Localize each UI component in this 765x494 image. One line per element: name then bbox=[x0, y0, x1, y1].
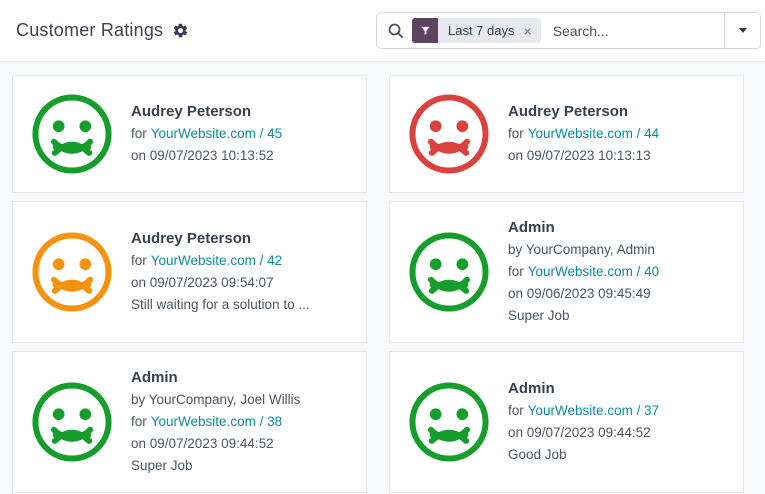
by-line: by YourCompany, Joel Willis bbox=[131, 389, 300, 411]
feedback-text: Super Job bbox=[508, 305, 659, 327]
customer-name: Admin bbox=[508, 378, 659, 400]
search-bar[interactable]: Last 7 days × bbox=[376, 12, 761, 49]
on-line: on 09/07/2023 10:13:52 bbox=[131, 145, 282, 167]
for-line: for YourWebsite.com / 37 bbox=[508, 400, 659, 422]
customer-name: Admin bbox=[508, 217, 659, 239]
on-line: on 09/06/2023 09:45:49 bbox=[508, 283, 659, 305]
rating-card[interactable]: Admin for YourWebsite.com / 37 on 09/07/2… bbox=[389, 351, 744, 493]
rated-resource-link[interactable]: YourWebsite.com / 42 bbox=[151, 253, 282, 268]
facet-label: Last 7 days bbox=[448, 23, 515, 38]
on-line: on 09/07/2023 09:44:52 bbox=[131, 433, 300, 455]
filter-funnel-icon bbox=[412, 18, 438, 43]
for-line: for YourWebsite.com / 44 bbox=[508, 123, 659, 145]
rating-smiley-icon bbox=[406, 91, 492, 177]
rating-card[interactable]: Admin by YourCompany, Admin for YourWebsi… bbox=[389, 201, 744, 343]
search-input[interactable] bbox=[541, 23, 724, 39]
customer-name: Audrey Peterson bbox=[508, 101, 659, 123]
rated-resource-link[interactable]: YourWebsite.com / 40 bbox=[528, 264, 659, 279]
top-bar: Customer Ratings Last 7 days × bbox=[0, 0, 765, 62]
search-icon bbox=[388, 23, 404, 39]
rating-smiley-icon bbox=[406, 229, 492, 315]
on-line: on 09/07/2023 09:44:52 bbox=[508, 422, 659, 444]
for-label: for bbox=[131, 126, 147, 141]
rated-resource-link[interactable]: YourWebsite.com / 44 bbox=[528, 126, 659, 141]
for-label: for bbox=[508, 264, 524, 279]
rating-card[interactable]: Admin by YourCompany, Joel Willis for You… bbox=[12, 351, 367, 493]
for-line: for YourWebsite.com / 38 bbox=[131, 411, 300, 433]
for-label: for bbox=[131, 253, 147, 268]
facet-remove-button[interactable]: × bbox=[524, 24, 532, 38]
on-line: on 09/07/2023 09:54:07 bbox=[131, 272, 310, 294]
caret-down-icon bbox=[739, 28, 747, 33]
rating-card[interactable]: Audrey Peterson forYourWebsite.com / 45 … bbox=[12, 75, 367, 193]
ratings-grid: Audrey Peterson forYourWebsite.com / 45 … bbox=[12, 75, 744, 493]
page-title: Customer Ratings bbox=[16, 20, 163, 41]
feedback-text: Still waiting for a solution to ... bbox=[131, 294, 310, 316]
rated-resource-link[interactable]: YourWebsite.com / 37 bbox=[528, 403, 659, 418]
rating-card[interactable]: Audrey Peterson forYourWebsite.com / 42 … bbox=[12, 201, 367, 343]
rating-smiley-icon bbox=[29, 229, 115, 315]
rated-resource-link[interactable]: YourWebsite.com / 38 bbox=[151, 414, 282, 429]
customer-name: Audrey Peterson bbox=[131, 101, 282, 123]
for-label: for bbox=[508, 403, 524, 418]
search-dropdown-toggle[interactable] bbox=[724, 13, 760, 48]
rating-smiley-icon bbox=[29, 91, 115, 177]
for-line: for YourWebsite.com / 42 bbox=[131, 250, 310, 272]
feedback-text: Super Job bbox=[131, 455, 300, 477]
filter-facet[interactable]: Last 7 days × bbox=[412, 18, 541, 43]
by-line: by YourCompany, Admin bbox=[508, 239, 659, 261]
for-line: for YourWebsite.com / 45 bbox=[131, 123, 282, 145]
rating-smiley-icon bbox=[29, 379, 115, 465]
kanban-content: Audrey Peterson forYourWebsite.com / 45 … bbox=[0, 62, 765, 494]
customer-name: Admin bbox=[131, 367, 300, 389]
feedback-text: Good Job bbox=[508, 444, 659, 466]
rating-smiley-icon bbox=[406, 379, 492, 465]
for-label: for bbox=[131, 414, 147, 429]
rated-resource-link[interactable]: YourWebsite.com / 45 bbox=[151, 126, 282, 141]
on-line: on 09/07/2023 10:13:13 bbox=[508, 145, 659, 167]
rating-card[interactable]: Audrey Peterson forYourWebsite.com / 44 … bbox=[389, 75, 744, 193]
settings-gear-icon[interactable] bbox=[172, 22, 189, 39]
customer-name: Audrey Peterson bbox=[131, 228, 310, 250]
for-label: for bbox=[508, 126, 524, 141]
for-line: for YourWebsite.com / 40 bbox=[508, 261, 659, 283]
